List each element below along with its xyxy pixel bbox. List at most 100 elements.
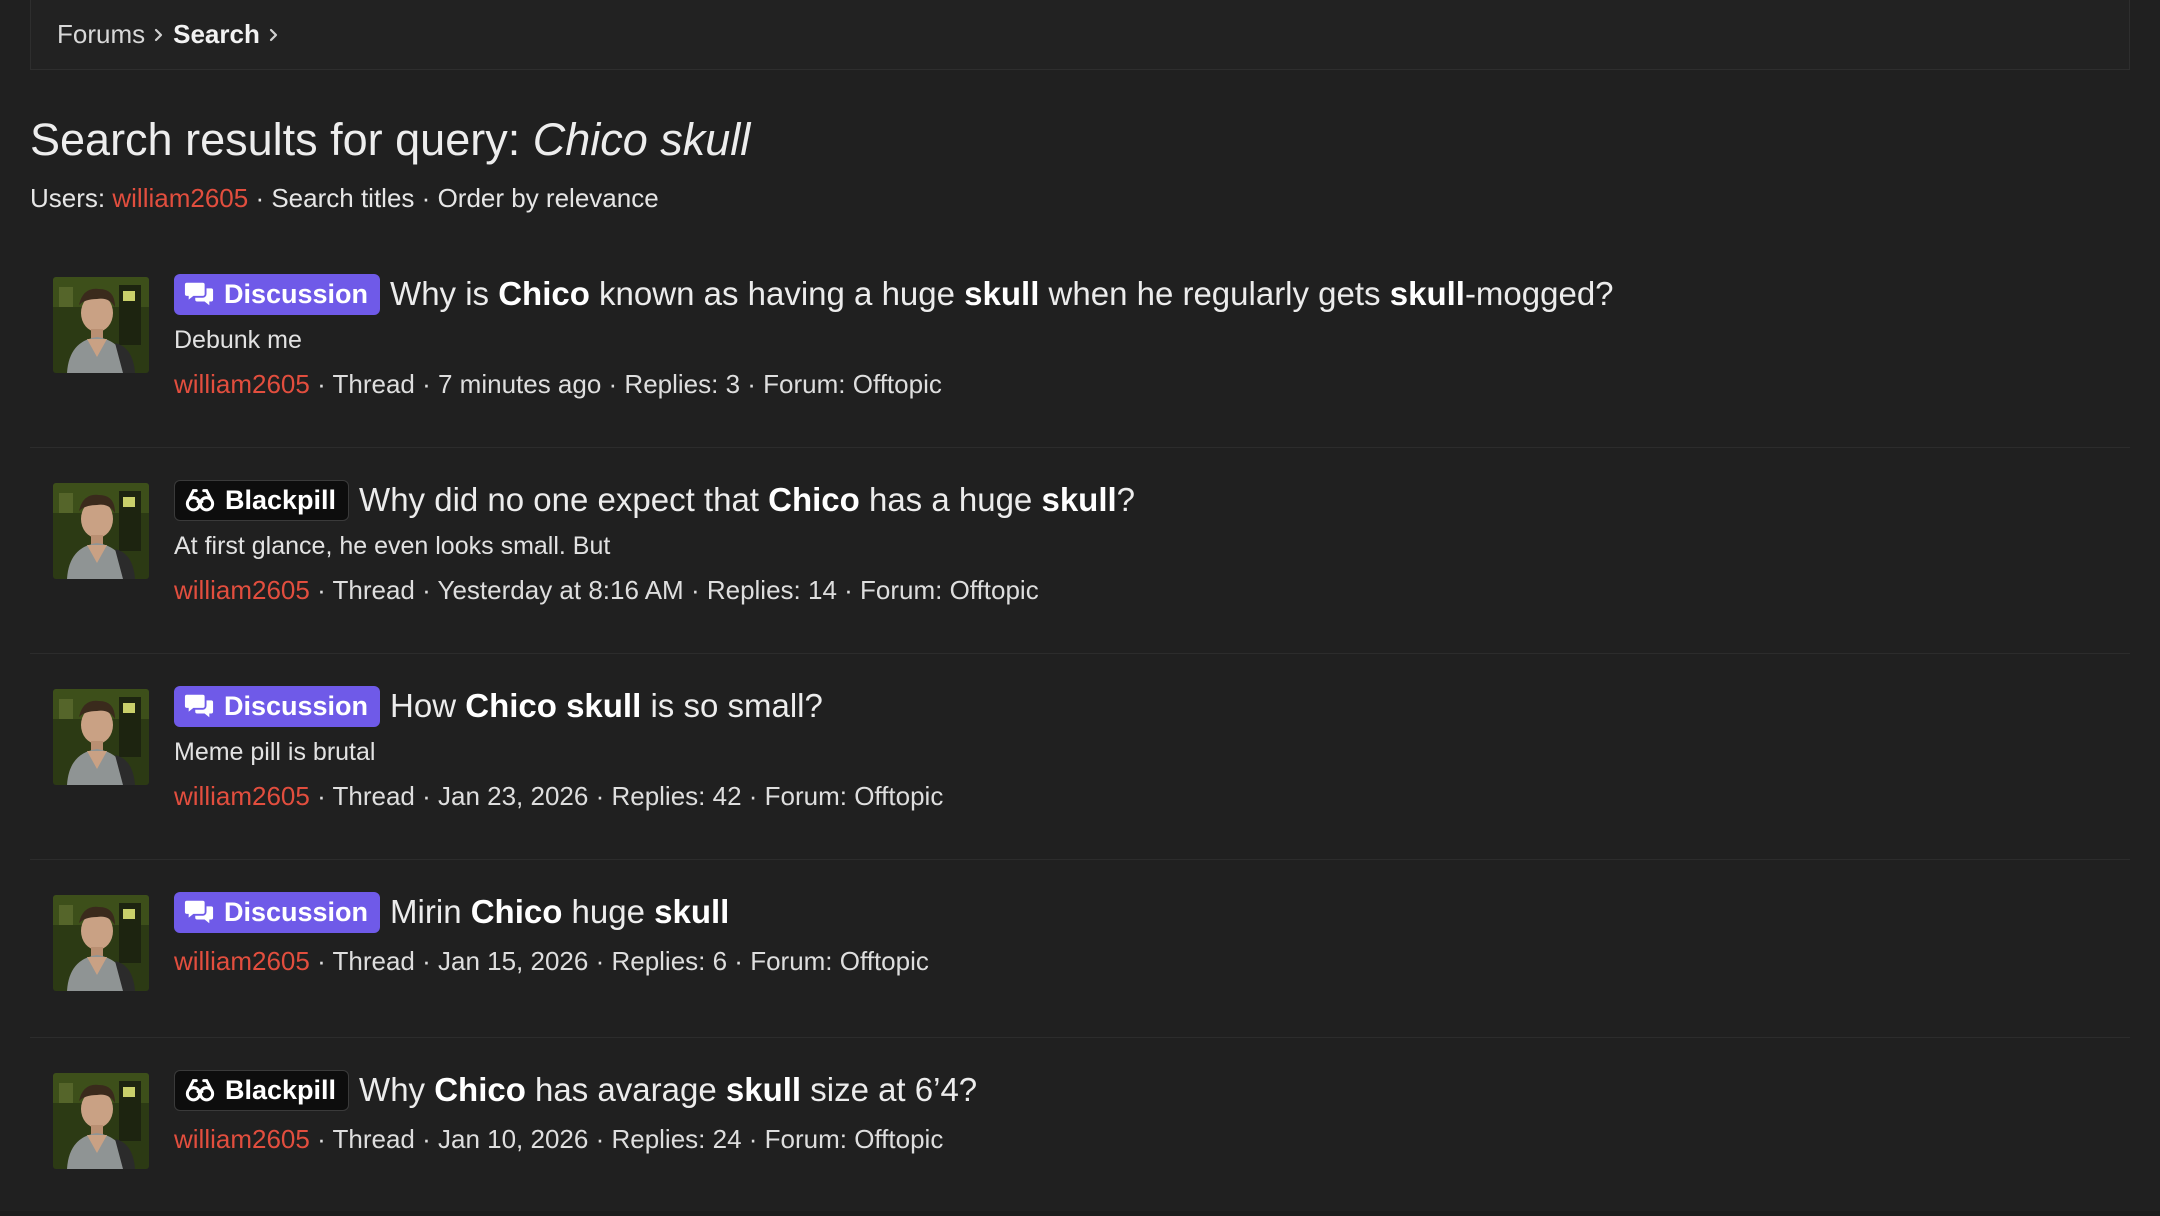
separator: ·: [414, 369, 438, 399]
search-results-page: Forums Search Search results for query: …: [0, 0, 2160, 1211]
prefix-badge[interactable]: Discussion: [174, 891, 381, 933]
result-date: Jan 15, 2026: [437, 946, 589, 976]
chat-bubbles-icon: [184, 279, 224, 309]
author-link[interactable]: william2605: [174, 575, 310, 605]
result-title-text[interactable]: Why Chico has avarage skull size at 6’4?: [359, 1071, 977, 1109]
result-type: Thread: [332, 1124, 415, 1154]
author-link[interactable]: william2605: [174, 781, 310, 811]
forum-link[interactable]: Forum: Offtopic: [750, 946, 929, 976]
result-body: Discussion How Chico skull is so small? Me…: [174, 684, 2110, 812]
separator: ·: [309, 781, 333, 811]
separator: ·: [414, 781, 438, 811]
prefix-badge[interactable]: Discussion: [174, 685, 381, 727]
filter-user-link[interactable]: william2605: [112, 183, 248, 213]
reply-count: Replies: 42: [611, 781, 742, 811]
result-meta: william2605 · Thread · Jan 10, 2026 · Re…: [174, 1124, 2110, 1155]
result-type: Thread: [332, 575, 415, 605]
result-meta: william2605 · Thread · 7 minutes ago · R…: [174, 369, 2110, 400]
separator: ·: [588, 781, 612, 811]
avatar[interactable]: [53, 277, 149, 373]
separator: ·: [414, 1124, 438, 1154]
author-link[interactable]: william2605: [174, 1124, 310, 1154]
separator: ·: [309, 369, 333, 399]
separator: ·: [740, 369, 764, 399]
result-title-text[interactable]: Mirin Chico huge skull: [390, 893, 729, 931]
result-title[interactable]: Discussion How Chico skull is so small?: [174, 684, 2110, 728]
avatar[interactable]: [53, 483, 149, 579]
forum-link[interactable]: Forum: Offtopic: [860, 575, 1039, 605]
result-title[interactable]: Discussion Mirin Chico huge skull: [174, 890, 2110, 934]
separator: ·: [414, 575, 438, 605]
result-title-text[interactable]: How Chico skull is so small?: [390, 687, 823, 725]
search-result-item: Blackpill Why Chico has avarage skull siz…: [30, 1038, 2130, 1216]
result-meta: william2605 · Thread · Yesterday at 8:16…: [174, 575, 2110, 606]
search-query: Chico skull: [532, 114, 751, 165]
reply-count: Replies: 3: [624, 369, 741, 399]
result-title[interactable]: Blackpill Why Chico has avarage skull siz…: [174, 1068, 2110, 1112]
separator: ·: [309, 575, 333, 605]
separator: ·: [414, 946, 438, 976]
result-title[interactable]: Discussion Why is Chico known as having a…: [174, 272, 2110, 316]
result-body: Blackpill Why Chico has avarage skull siz…: [174, 1068, 2110, 1155]
breadcrumb-forums-link[interactable]: Forums: [57, 19, 145, 50]
page-title: Search results for query: Chico skull: [30, 114, 750, 166]
forum-link[interactable]: Forum: Offtopic: [763, 369, 942, 399]
author-link[interactable]: william2605: [174, 369, 310, 399]
author-link[interactable]: william2605: [174, 946, 310, 976]
prefix-badge[interactable]: Blackpill: [174, 1069, 350, 1111]
glasses-icon: [185, 485, 225, 515]
glasses-icon: [185, 1075, 225, 1105]
separator: ·: [601, 369, 625, 399]
separator: ·: [255, 183, 265, 213]
separator: ·: [727, 946, 751, 976]
prefix-label: Discussion: [224, 690, 369, 721]
order-label: Order by relevance: [437, 183, 659, 213]
prefix-label: Blackpill: [225, 484, 337, 515]
result-date: Yesterday at 8:16 AM: [437, 575, 684, 605]
search-result-item: Discussion Why is Chico known as having a…: [30, 242, 2130, 448]
separator: ·: [309, 946, 333, 976]
reply-count: Replies: 14: [706, 575, 837, 605]
search-result-item: Discussion How Chico skull is so small? Me…: [30, 654, 2130, 860]
reply-count: Replies: 6: [611, 946, 728, 976]
chat-bubbles-icon: [184, 691, 224, 721]
separator: ·: [741, 1124, 765, 1154]
breadcrumb-search-link[interactable]: Search: [173, 19, 260, 50]
chevron-right-icon: [145, 28, 173, 42]
separator: ·: [836, 575, 861, 605]
forum-link[interactable]: Forum: Offtopic: [765, 1124, 944, 1154]
prefix-badge[interactable]: Blackpill: [174, 479, 350, 521]
avatar[interactable]: [53, 895, 149, 991]
separator: ·: [588, 946, 612, 976]
result-snippet: Debunk me: [174, 326, 302, 354]
results-list: Discussion Why is Chico known as having a…: [30, 242, 2130, 1216]
separator: ·: [588, 1124, 612, 1154]
separator: ·: [741, 781, 765, 811]
avatar[interactable]: [53, 1073, 149, 1169]
search-titles-label: Search titles: [271, 183, 415, 213]
prefix-label: Discussion: [224, 278, 369, 309]
page-title-prefix: Search results for query:: [30, 114, 533, 165]
prefix-label: Discussion: [224, 896, 369, 927]
result-title[interactable]: Blackpill Why did no one expect that Chic…: [174, 478, 2110, 522]
chat-bubbles-icon: [184, 897, 224, 927]
avatar[interactable]: [53, 689, 149, 785]
separator: ·: [421, 183, 431, 213]
forum-link[interactable]: Forum: Offtopic: [765, 781, 944, 811]
result-title-text[interactable]: Why is Chico known as having a huge skul…: [390, 275, 1614, 313]
breadcrumb: Forums Search: [30, 0, 2130, 70]
prefix-badge[interactable]: Discussion: [174, 273, 381, 315]
separator: ·: [309, 1124, 333, 1154]
prefix-label: Blackpill: [225, 1074, 337, 1105]
result-type: Thread: [332, 946, 415, 976]
result-body: Discussion Mirin Chico huge skull william2…: [174, 890, 2110, 977]
result-date: Jan 23, 2026: [437, 781, 589, 811]
search-result-item: Discussion Mirin Chico huge skull william2…: [30, 860, 2130, 1038]
separator: ·: [683, 575, 707, 605]
result-date: Jan 10, 2026: [437, 1124, 589, 1154]
users-label: Users:: [30, 183, 106, 213]
chevron-right-icon: [260, 28, 288, 42]
result-meta: william2605 · Thread · Jan 23, 2026 · Re…: [174, 781, 2110, 812]
search-filters: Users: william2605 · Search titles · Ord…: [30, 183, 659, 214]
result-title-text[interactable]: Why did no one expect that Chico has a h…: [359, 481, 1135, 519]
